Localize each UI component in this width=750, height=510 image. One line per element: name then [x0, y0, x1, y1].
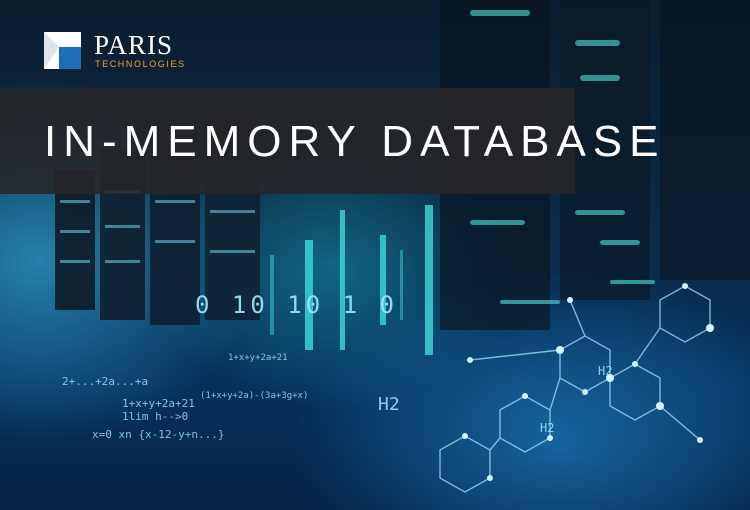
formula-line: 2+...+2a...+a — [62, 375, 148, 388]
background-illustration: 0 10 10 1 0 2+...+2a...+a 1+x+y+2a+21 1l… — [55, 0, 750, 493]
brand-name: PARIS — [94, 30, 174, 60]
formula-line: (1+x+y+2a)-(3a+3g+x) — [200, 391, 308, 401]
chem-label: H2 — [378, 394, 400, 415]
logo-mark-icon — [44, 32, 81, 69]
brand-tagline: TECHNOLOGIES — [95, 59, 186, 69]
formula-line: x=0 xn {x-12-y+n...} — [92, 428, 224, 441]
headline: IN-MEMORY DATABASE — [44, 117, 666, 166]
company-logo[interactable]: PARIS TECHNOLOGIES — [44, 30, 194, 74]
formula-overlay: 2+...+2a...+a 1+x+y+2a+21 1lim h-->0 x=0… — [62, 353, 308, 441]
chem-label: H2 — [540, 421, 554, 435]
formula-line: 1+x+y+2a+21 — [228, 353, 288, 363]
hero-banner: 0 10 10 1 0 2+...+2a...+a 1+x+y+2a+21 1l… — [0, 0, 750, 510]
data-bars — [270, 205, 433, 355]
formula-line: 1lim h-->0 — [122, 410, 188, 423]
chem-label: H2 — [598, 364, 612, 378]
binary-digits: 0 10 10 1 0 — [195, 291, 398, 319]
formula-line: 1+x+y+2a+21 — [122, 397, 195, 410]
chemical-labels: H2 H2 H2 — [378, 364, 612, 435]
